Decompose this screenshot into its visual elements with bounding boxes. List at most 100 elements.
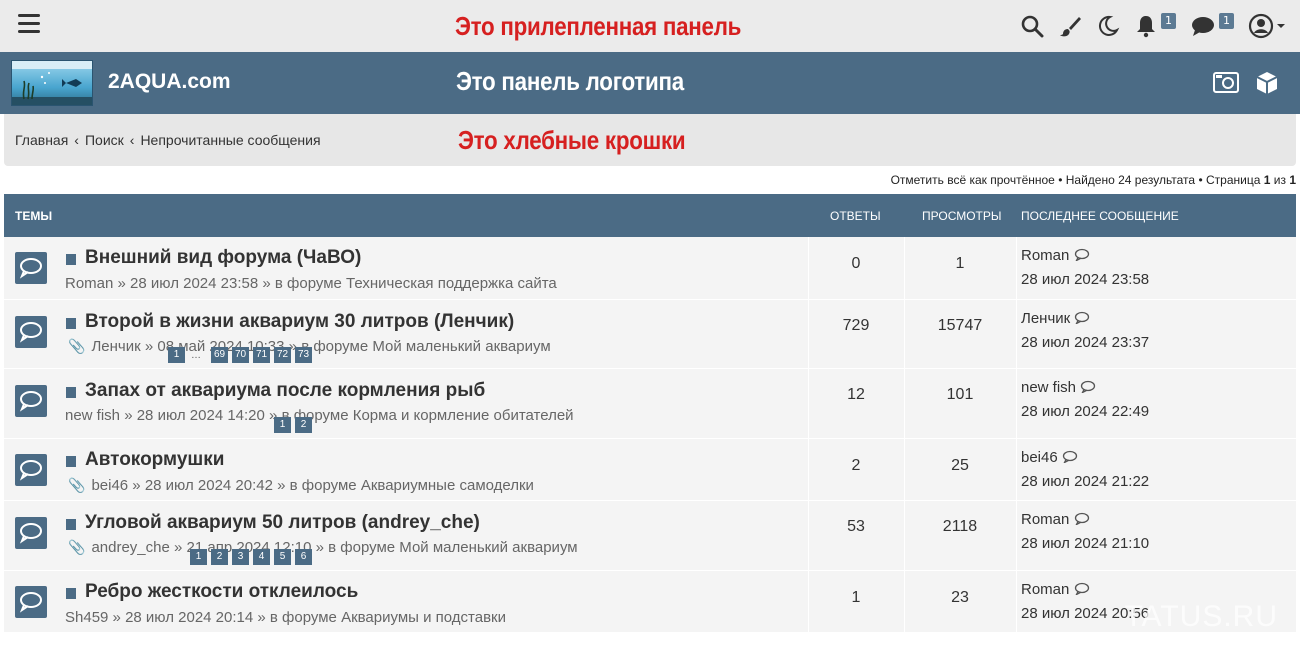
replies-count: 729 bbox=[842, 317, 870, 334]
topic-author[interactable]: andrey_che bbox=[91, 539, 169, 556]
page-link[interactable]: 73 bbox=[295, 347, 312, 363]
page-link[interactable]: 72 bbox=[274, 347, 291, 363]
topic-author[interactable]: new fish bbox=[65, 407, 120, 424]
topic-forum[interactable]: Мой маленький аквариум bbox=[399, 539, 577, 556]
go-to-post-icon[interactable] bbox=[1074, 311, 1090, 325]
page-link[interactable]: 70 bbox=[232, 347, 249, 363]
mark-all-read-link[interactable]: Отметить всё как прочтённое bbox=[891, 173, 1055, 187]
page-link[interactable]: 69 bbox=[211, 347, 228, 363]
bullet: • bbox=[1058, 173, 1063, 187]
moon-icon[interactable] bbox=[1096, 14, 1120, 38]
breadcrumb-home[interactable]: Главная bbox=[15, 132, 68, 148]
page-link[interactable]: 1 bbox=[190, 549, 207, 565]
views-count: 15747 bbox=[937, 317, 983, 334]
table-row: Второй в жизни аквариум 30 литров (Ленчи… bbox=[4, 300, 1296, 369]
document-icon bbox=[66, 387, 76, 398]
page-link[interactable]: 71 bbox=[253, 347, 270, 363]
breadcrumb: Главная ‹ Поиск ‹ Непрочитанные сообщения bbox=[15, 132, 321, 148]
last-post-author[interactable]: Roman bbox=[1021, 511, 1069, 528]
topic-forum[interactable]: Аквариумы и подставки bbox=[341, 609, 506, 626]
last-post-author-wrap: Roman bbox=[1021, 247, 1090, 264]
table-row: Внешний вид форума (ЧаВО) Roman » 28 июл … bbox=[4, 237, 1296, 300]
page-link[interactable]: 2 bbox=[295, 417, 312, 433]
breadcrumb-note: Это хлебные крошки bbox=[458, 125, 686, 155]
topic-date: 28 июл 2024 20:14 bbox=[125, 609, 254, 626]
topic-pages: 123456 bbox=[186, 549, 312, 565]
go-to-post-icon[interactable] bbox=[1074, 582, 1090, 596]
views-cell: 15747 bbox=[904, 300, 1016, 368]
topic-forum[interactable]: Мой маленький аквариум bbox=[372, 338, 550, 355]
topic-title[interactable]: Угловой аквариум 50 литров (andrey_che) bbox=[85, 512, 480, 534]
topic-icon bbox=[15, 586, 47, 618]
private-messages[interactable]: 1 bbox=[1190, 13, 1234, 38]
logo-bar-note: Это панель логотипа bbox=[456, 66, 684, 96]
page-link[interactable]: 5 bbox=[274, 549, 291, 565]
topic-author[interactable]: Sh459 bbox=[65, 609, 108, 626]
topic-title[interactable]: Второй в жизни аквариум 30 литров (Ленчи… bbox=[85, 311, 514, 333]
breadcrumb-separator: ‹ bbox=[74, 132, 79, 148]
topic-title[interactable]: Ребро жесткости отклеилось bbox=[85, 581, 358, 603]
site-name[interactable]: 2AQUA.com bbox=[108, 70, 231, 94]
last-post-cell: bei46 28 июл 2024 21:22 bbox=[1016, 439, 1296, 500]
topic-forum[interactable]: Корма и кормление обитателей bbox=[353, 407, 574, 424]
topic-title[interactable]: Автокормушки bbox=[85, 449, 224, 471]
header-topics: Темы bbox=[15, 209, 53, 223]
page-of: из bbox=[1273, 173, 1286, 187]
page-link[interactable]: 3 bbox=[232, 549, 249, 565]
table-row: Угловой аквариум 50 литров (andrey_che) 📎… bbox=[4, 501, 1296, 571]
last-post-author[interactable]: bei46 bbox=[1021, 449, 1058, 466]
topic-pages: 1 … 69 70 71 72 73 bbox=[164, 347, 312, 363]
views-cell: 1 bbox=[904, 237, 1016, 299]
table-row: Автокормушки 📎 bei46 » 28 июл 2024 20:42 »… bbox=[4, 439, 1296, 501]
views-cell: 101 bbox=[904, 369, 1016, 438]
topic-forum[interactable]: Аквариумные самоделки bbox=[361, 477, 534, 494]
last-post-author[interactable]: Roman bbox=[1021, 247, 1069, 264]
camera-icon[interactable] bbox=[1213, 70, 1239, 98]
page-link[interactable]: 1 bbox=[168, 347, 185, 363]
topic-title[interactable]: Внешний вид форума (ЧаВО) bbox=[85, 247, 361, 269]
breadcrumb-unread[interactable]: Непрочитанные сообщения bbox=[140, 132, 320, 148]
topic-meta: 📎 bei46 » 28 июл 2024 20:42 » в форуме Ак… bbox=[68, 477, 534, 494]
topic-author[interactable]: Ленчик bbox=[91, 338, 140, 355]
topic-forum[interactable]: Техническая поддержка сайта bbox=[346, 275, 557, 292]
attachment-icon: 📎 bbox=[68, 338, 86, 354]
total-pages: 1 bbox=[1289, 173, 1296, 187]
forum-prefix: в форуме bbox=[328, 539, 396, 556]
topic-meta: new fish » 28 июл 2024 14:20 » в форуме … bbox=[65, 407, 574, 424]
site-logo[interactable] bbox=[11, 60, 93, 106]
topic-title[interactable]: Запах от аквариума после кормления рыб bbox=[85, 380, 485, 402]
user-menu[interactable] bbox=[1248, 13, 1286, 39]
topic-meta: Sh459 » 28 июл 2024 20:14 » в форуме Акв… bbox=[65, 609, 506, 626]
go-to-post-icon[interactable] bbox=[1062, 450, 1078, 464]
topic-cell: Второй в жизни аквариум 30 литров (Ленчи… bbox=[4, 300, 808, 368]
page-link[interactable]: 4 bbox=[253, 549, 270, 565]
replies-count: 12 bbox=[847, 386, 865, 403]
topic-icon bbox=[15, 454, 47, 486]
topic-author[interactable]: Roman bbox=[65, 275, 113, 292]
replies-count: 0 bbox=[851, 255, 861, 272]
brush-icon[interactable] bbox=[1058, 14, 1082, 38]
views-count: 23 bbox=[951, 589, 969, 606]
menu-icon[interactable] bbox=[18, 14, 40, 34]
last-post-author[interactable]: new fish bbox=[1021, 379, 1076, 396]
last-post-cell: Roman 28 июл 2024 21:10 bbox=[1016, 501, 1296, 570]
go-to-post-icon[interactable] bbox=[1080, 380, 1096, 394]
go-to-post-icon[interactable] bbox=[1074, 248, 1090, 262]
last-post-date: 28 июл 2024 21:22 bbox=[1021, 473, 1150, 490]
cube-icon[interactable] bbox=[1254, 70, 1280, 100]
page-link[interactable]: 2 bbox=[211, 549, 228, 565]
page-link[interactable]: 6 bbox=[295, 549, 312, 565]
topic-cell: Автокормушки 📎 bei46 » 28 июл 2024 20:42 »… bbox=[4, 439, 808, 500]
last-post-author[interactable]: Roman bbox=[1021, 581, 1069, 598]
breadcrumb-search[interactable]: Поиск bbox=[85, 132, 124, 148]
last-post-cell: Ленчик 28 июл 2024 23:37 bbox=[1016, 300, 1296, 368]
page-link[interactable]: 1 bbox=[274, 417, 291, 433]
last-post-author[interactable]: Ленчик bbox=[1021, 310, 1070, 327]
chevron-down-icon bbox=[1277, 24, 1285, 28]
topic-author[interactable]: bei46 bbox=[91, 477, 128, 494]
table-row: Ребро жесткости отклеилось Sh459 » 28 июл… bbox=[4, 571, 1296, 633]
notifications[interactable]: 1 bbox=[1134, 13, 1176, 38]
go-to-post-icon[interactable] bbox=[1074, 512, 1090, 526]
replies-count: 2 bbox=[851, 457, 861, 474]
search-icon[interactable] bbox=[1020, 14, 1044, 38]
